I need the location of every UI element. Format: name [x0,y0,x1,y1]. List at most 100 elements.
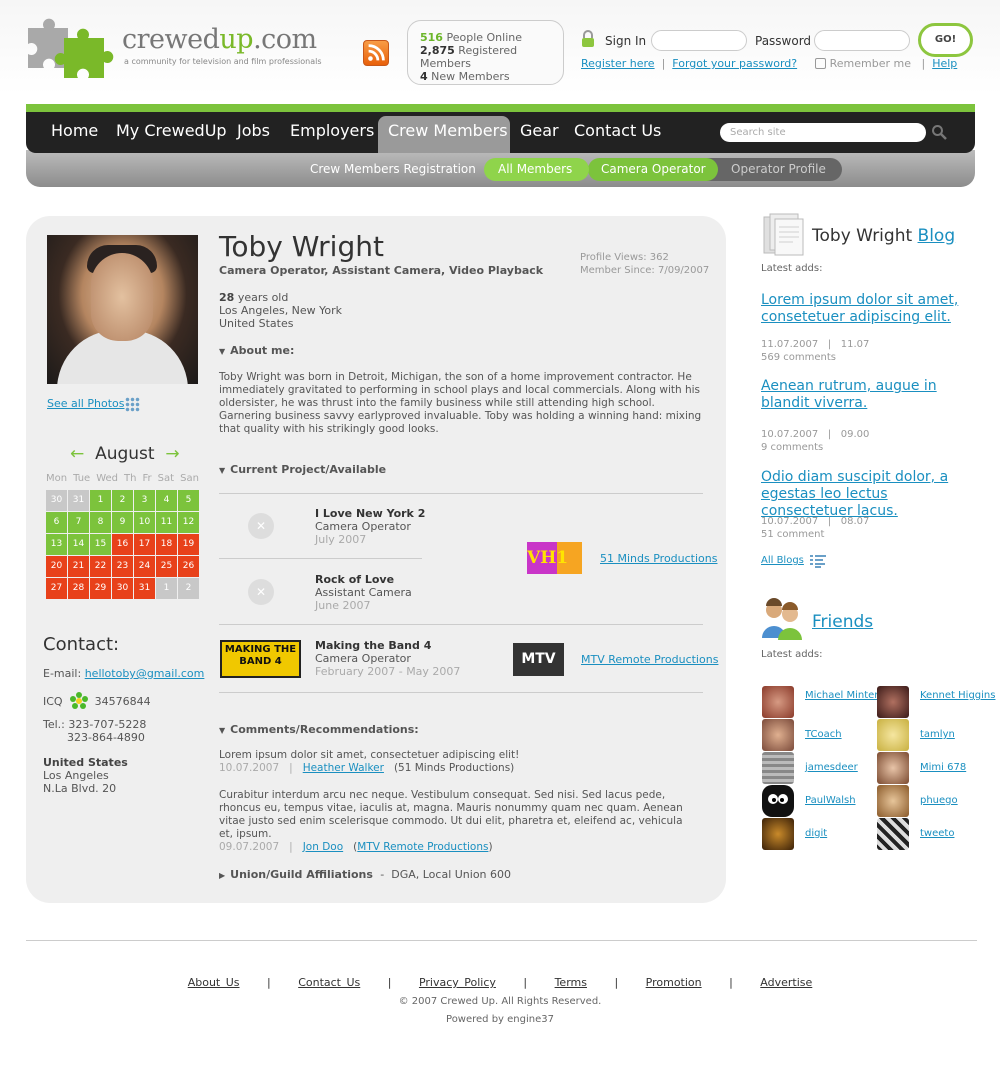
calendar-day[interactable]: 14 [68,534,89,555]
calendar-day[interactable]: 25 [156,556,177,577]
remove-project-icon[interactable]: ✕ [248,579,274,605]
calendar-day[interactable]: 28 [68,578,89,599]
friend-link[interactable]: PaulWalsh [805,795,856,806]
rss-icon[interactable] [363,40,389,66]
password-input[interactable] [814,30,910,51]
about-me-heading[interactable]: ▼ About me: [219,344,294,357]
calendar-day[interactable]: 24 [134,556,155,577]
calendar-day[interactable]: 10 [134,512,155,533]
friend-link[interactable]: Michael Minter [805,690,878,701]
friends-title[interactable]: Friends [812,612,873,632]
calendar-day[interactable]: 2 [112,490,133,511]
calendar-day[interactable]: 26 [178,556,199,577]
subnav-operator-profile[interactable]: Operator Profile [731,158,826,181]
footer-privacy-link[interactable]: Privacy Policy [419,976,496,989]
go-button[interactable]: GO! [918,23,973,57]
friend-avatar[interactable] [762,818,794,850]
friend-avatar[interactable] [762,719,794,751]
friend-avatar[interactable] [877,752,909,784]
calendar-day[interactable]: 29 [90,578,111,599]
company-link-mtv-remote[interactable]: MTV Remote Productions [581,653,718,666]
calendar-day[interactable]: 16 [112,534,133,555]
blog-post-link[interactable]: Aenean rutrum, augue in blandit viverra. [761,378,979,412]
blog-post-link[interactable]: Odio diam suscipit dolor, a egestas leo … [761,469,979,520]
friend-link[interactable]: TCoach [805,729,842,740]
email-link[interactable]: hellotoby@gmail.com [85,667,205,680]
union-heading[interactable]: ▶ Union/Guild Affiliations - DGA, Local U… [219,868,511,881]
calendar-day[interactable]: 30 [46,490,67,511]
friend-avatar[interactable] [762,785,794,817]
footer-promotion-link[interactable]: Promotion [646,976,702,989]
nav-my-crewedup[interactable]: My CrewedUp [116,121,227,140]
friend-avatar[interactable] [877,719,909,751]
subnav-registration[interactable]: Crew Members Registration [310,158,476,181]
calendar-day[interactable]: 9 [112,512,133,533]
calendar-day[interactable]: 1 [90,490,111,511]
friend-link[interactable]: Mimi 678 [920,762,966,773]
search-icon[interactable] [931,124,947,140]
footer-terms-link[interactable]: Terms [555,976,587,989]
friend-link[interactable]: jamesdeer [805,762,858,773]
calendar-day[interactable]: 6 [46,512,67,533]
calendar-next-arrow-icon[interactable]: → [165,444,179,464]
list-icon[interactable] [810,555,826,568]
nav-gear[interactable]: Gear [520,121,559,140]
register-link[interactable]: Register here [581,57,655,70]
search-input[interactable]: Search site [720,123,926,142]
calendar-day[interactable]: 12 [178,512,199,533]
calendar-day[interactable]: 2 [178,578,199,599]
footer-contact-link[interactable]: Contact Us [298,976,360,989]
photo-grid-icon[interactable] [125,397,140,412]
friend-link[interactable]: tweeto [920,828,954,839]
comment-author-link[interactable]: Heather Walker [303,762,384,774]
calendar-day[interactable]: 19 [178,534,199,555]
friend-link[interactable]: tamlyn [920,729,955,740]
footer-advertise-link[interactable]: Advertise [760,976,812,989]
calendar-day[interactable]: 20 [46,556,67,577]
calendar-day[interactable]: 1 [156,578,177,599]
calendar-day[interactable]: 22 [90,556,111,577]
all-blogs-link[interactable]: All Blogs [761,555,804,566]
logo-wordmark[interactable]: crewedup.com [122,24,317,55]
calendar-prev-arrow-icon[interactable]: ← [70,444,84,464]
subnav-camera-operator[interactable]: Camera Operator [588,158,718,181]
calendar-day[interactable]: 17 [134,534,155,555]
friend-avatar[interactable] [762,686,794,718]
friend-link[interactable]: digit [805,828,827,839]
calendar-day[interactable]: 7 [68,512,89,533]
blog-post-link[interactable]: Lorem ipsum dolor sit amet, consetetuer … [761,292,979,326]
nav-contact-us[interactable]: Contact Us [574,121,661,140]
help-link[interactable]: Help [932,57,957,70]
calendar-day[interactable]: 4 [156,490,177,511]
calendar-day[interactable]: 11 [156,512,177,533]
calendar-day[interactable]: 13 [46,534,67,555]
comment-author-link[interactable]: Jon Doo [303,841,343,853]
calendar-day[interactable]: 27 [46,578,67,599]
profile-photo[interactable] [47,235,198,384]
nav-home[interactable]: Home [51,121,98,140]
friend-link[interactable]: phuego [920,795,958,806]
remember-checkbox[interactable] [814,58,826,69]
friend-avatar[interactable] [762,752,794,784]
calendar-day[interactable]: 21 [68,556,89,577]
username-input[interactable] [651,30,747,51]
calendar-day[interactable]: 31 [68,490,89,511]
current-project-heading[interactable]: ▼ Current Project/Available [219,463,386,476]
nav-employers[interactable]: Employers [290,121,374,140]
friend-link[interactable]: Kennet Higgins [920,690,995,701]
friend-avatar[interactable] [877,686,909,718]
calendar-day[interactable]: 8 [90,512,111,533]
blog-link[interactable]: Blog [918,226,956,246]
see-all-photos-link[interactable]: See all Photos [47,397,124,410]
friend-avatar[interactable] [877,785,909,817]
calendar-day[interactable]: 18 [156,534,177,555]
calendar-day[interactable]: 23 [112,556,133,577]
calendar-day[interactable]: 3 [134,490,155,511]
subnav-all-members[interactable]: All Members [484,158,589,181]
calendar-day[interactable]: 15 [90,534,111,555]
footer-about-link[interactable]: About Us [188,976,240,989]
comments-heading[interactable]: ▼ Comments/Recommendations: [219,723,419,736]
nav-jobs[interactable]: Jobs [237,121,270,140]
forgot-password-link[interactable]: Forgot your password? [672,57,797,70]
company-link-51-minds[interactable]: 51 Minds Productions [600,552,717,565]
